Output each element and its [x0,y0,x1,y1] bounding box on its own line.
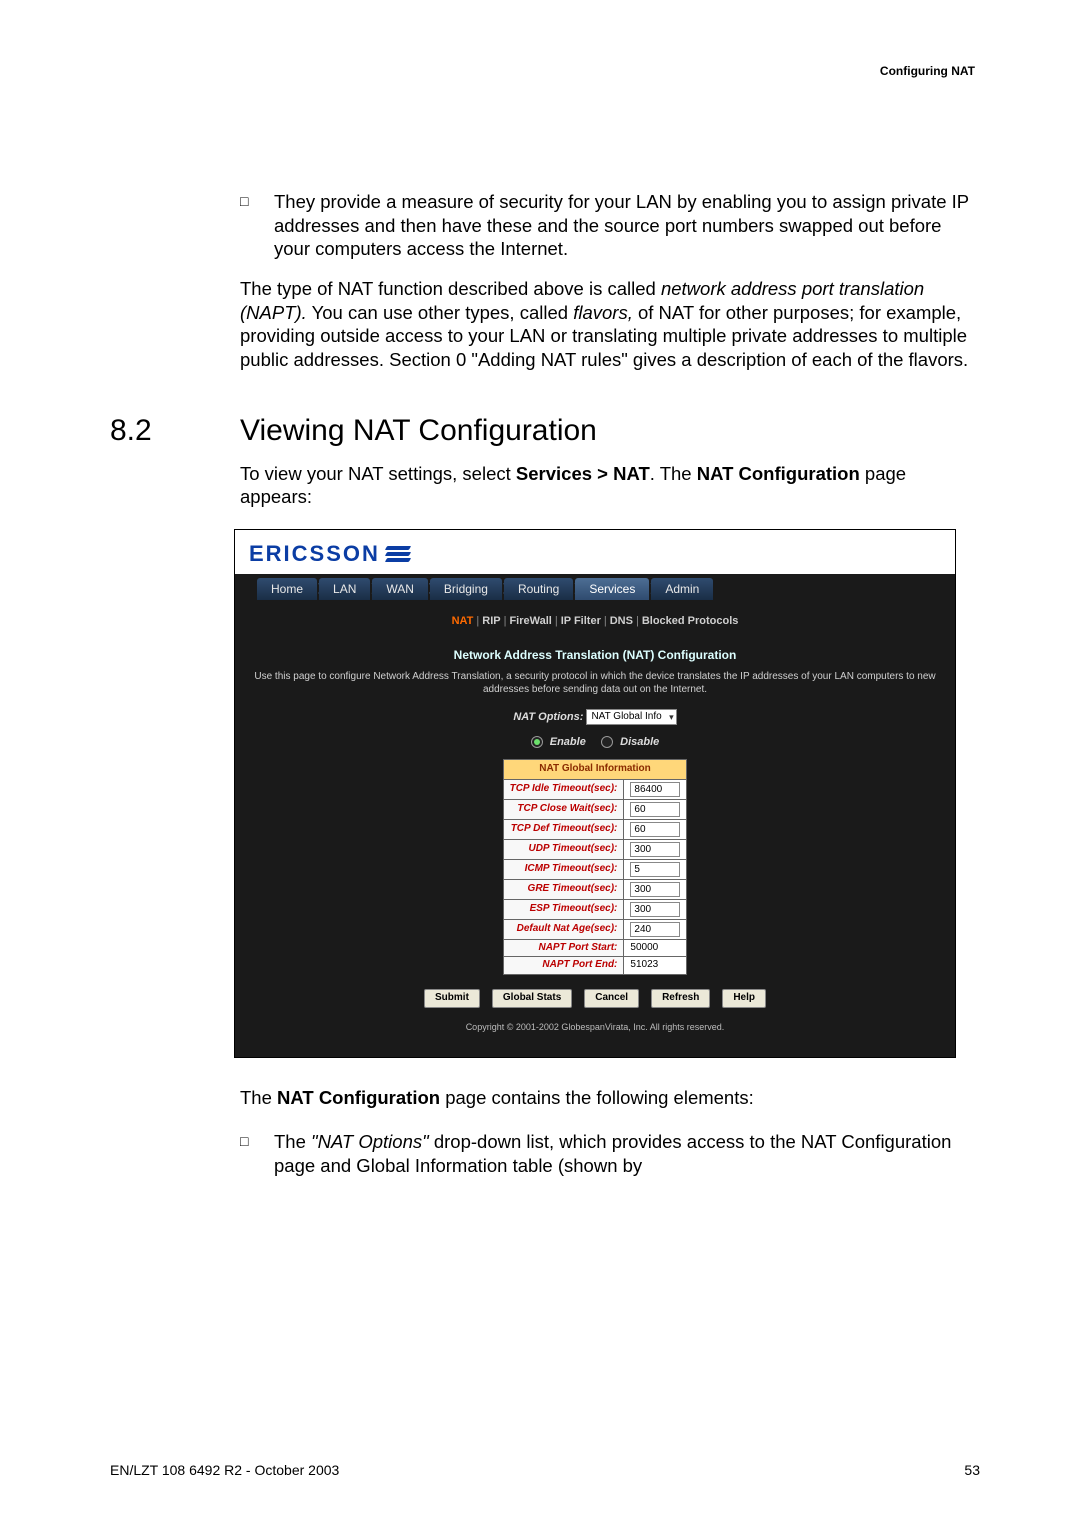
nat-options-label: NAT Options: [513,711,583,723]
row-label: TCP Close Wait(sec): [503,799,624,819]
row-label: TCP Def Timeout(sec): [503,819,624,839]
tab-home[interactable]: Home [257,578,317,600]
value-input[interactable]: 86400 [630,782,680,797]
row-value[interactable]: 240 [624,919,687,939]
config-description: Use this page to configure Network Addre… [235,670,955,705]
row-value[interactable]: 5 [624,859,687,879]
separator-icon: | [633,615,642,627]
tab-wan[interactable]: WAN [372,578,428,600]
bullet2-a: The [274,1131,311,1152]
submit-button[interactable]: Submit [424,989,480,1008]
table-row: TCP Def Timeout(sec): 60 [503,819,687,839]
subnav-current[interactable]: NAT [452,615,474,627]
brand-name: ERICSSON [249,540,380,568]
row-label: NAPT Port End: [503,957,624,975]
sub-nav: NAT|RIP|FireWall|IP Filter|DNS|Blocked P… [235,600,955,636]
row-value[interactable]: 300 [624,899,687,919]
bullet-icon [240,190,274,261]
after1-c: page contains the following elements: [440,1087,754,1108]
refresh-button[interactable]: Refresh [651,989,710,1008]
running-header: Configuring NAT [880,64,975,78]
tab-routing[interactable]: Routing [504,578,573,600]
separator-icon: | [601,615,610,627]
row-label: UDP Timeout(sec): [503,839,624,859]
nat-config-screenshot: ERICSSON HomeLANWANBridgingRoutingServic… [234,529,956,1058]
bullet2-b: "NAT Options" [311,1131,429,1152]
subnav-blocked-protocols[interactable]: Blocked Protocols [642,615,739,627]
row-label: ICMP Timeout(sec): [503,859,624,879]
bullet-icon [240,1130,274,1177]
after1-b: NAT Configuration [277,1087,440,1108]
value-input[interactable]: 60 [630,802,680,817]
brand-logo: ERICSSON [249,540,941,568]
brand-bars-icon [386,546,410,562]
tab-admin[interactable]: Admin [651,578,713,600]
bullet-text-1: They provide a measure of security for y… [274,190,970,261]
subnav-dns[interactable]: DNS [610,615,633,627]
row-value[interactable]: 86400 [624,779,687,799]
config-title: Network Address Translation (NAT) Config… [235,636,955,669]
nat-global-info-table: NAT Global Information TCP Idle Timeout(… [503,759,688,975]
intro-a: To view your NAT settings, select [240,463,516,484]
table-row: GRE Timeout(sec): 300 [503,879,687,899]
subnav-ip-filter[interactable]: IP Filter [561,615,601,627]
para1-a: The type of NAT function described above… [240,278,661,299]
value-input[interactable]: 60 [630,822,680,837]
footer-left: EN/LZT 108 6492 R2 - October 2003 [110,1462,339,1478]
row-label: NAPT Port Start: [503,939,624,957]
table-row: NAPT Port End:51023 [503,957,687,975]
subnav-firewall[interactable]: FireWall [509,615,551,627]
copyright-line: Copyright © 2001-2002 GlobespanVirata, I… [235,1016,955,1044]
table-row: ESP Timeout(sec): 300 [503,899,687,919]
help-button[interactable]: Help [722,989,766,1008]
value-input[interactable]: 300 [630,842,680,857]
row-label: TCP Idle Timeout(sec): [503,779,624,799]
table-row: NAPT Port Start:50000 [503,939,687,957]
value-input[interactable]: 300 [630,902,680,917]
row-label: Default Nat Age(sec): [503,919,624,939]
table-row: ICMP Timeout(sec): 5 [503,859,687,879]
disable-label: Disable [620,736,659,748]
para1-italic2: flavors, [573,302,633,323]
nat-options-select[interactable]: NAT Global Info [586,709,676,725]
table-row: TCP Close Wait(sec): 60 [503,799,687,819]
separator-icon: | [473,615,482,627]
table-row: TCP Idle Timeout(sec): 86400 [503,779,687,799]
disable-radio[interactable] [601,736,613,748]
row-value[interactable]: 60 [624,799,687,819]
global-stats-button[interactable]: Global Stats [492,989,572,1008]
table-row: Default Nat Age(sec): 240 [503,919,687,939]
section-number: 8.2 [110,414,240,448]
tab-services[interactable]: Services [575,578,649,600]
value-input[interactable]: 240 [630,922,680,937]
enable-label: Enable [550,736,586,748]
row-value[interactable]: 300 [624,839,687,859]
subnav-rip[interactable]: RIP [482,615,500,627]
row-value: 50000 [624,939,687,957]
intro-b: Services > NAT [516,463,650,484]
table-header: NAT Global Information [503,759,687,779]
after1-a: The [240,1087,277,1108]
section-title: Viewing NAT Configuration [240,414,597,448]
intro-c: . The [650,463,697,484]
tab-lan[interactable]: LAN [319,578,370,600]
intro-d: NAT Configuration [697,463,860,484]
row-label: GRE Timeout(sec): [503,879,624,899]
value-input[interactable]: 5 [630,862,680,877]
cancel-button[interactable]: Cancel [584,989,639,1008]
table-row: UDP Timeout(sec): 300 [503,839,687,859]
row-value[interactable]: 300 [624,879,687,899]
row-value[interactable]: 60 [624,819,687,839]
tab-bridging[interactable]: Bridging [430,578,502,600]
footer-page-number: 53 [964,1462,980,1478]
value-input[interactable]: 300 [630,882,680,897]
enable-radio[interactable] [531,736,543,748]
separator-icon: | [552,615,561,627]
para1-b: You can use other types, called [307,302,573,323]
row-label: ESP Timeout(sec): [503,899,624,919]
row-value: 51023 [624,957,687,975]
